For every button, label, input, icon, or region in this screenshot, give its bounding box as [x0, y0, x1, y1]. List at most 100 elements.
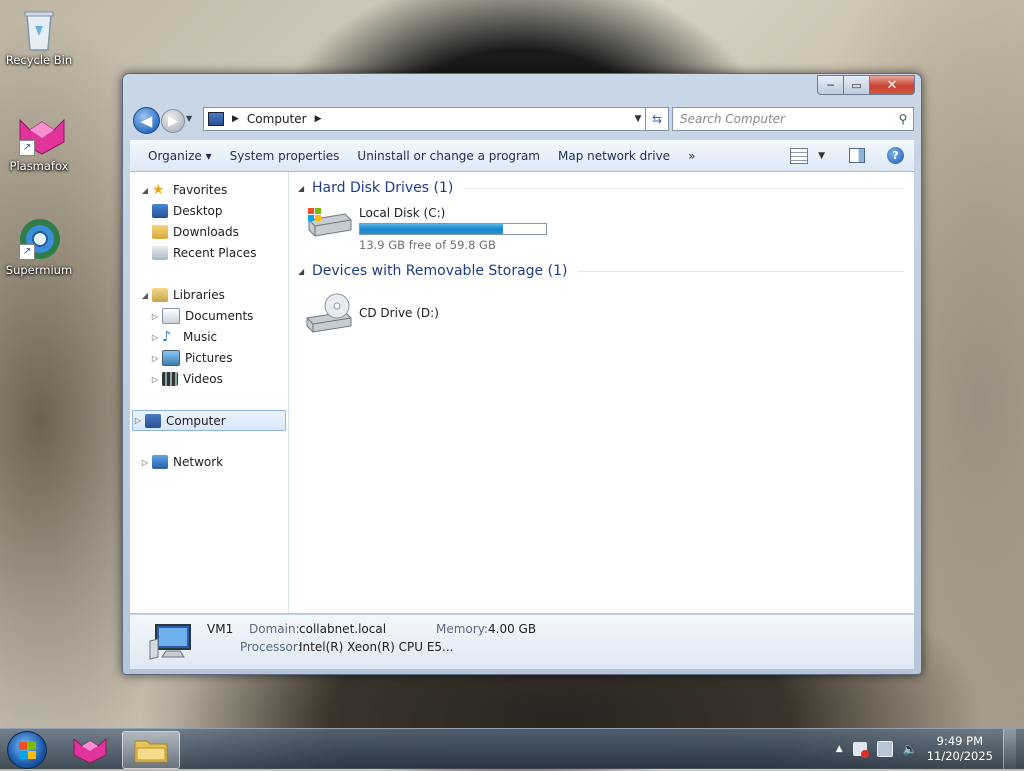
- taskbar-windows-explorer[interactable]: [122, 731, 180, 769]
- volume-muted-icon[interactable]: 🔈: [903, 742, 918, 756]
- drive-item-local-disk-c[interactable]: Local Disk (C:) 13.9 GB free of 59.8 GB: [305, 206, 547, 252]
- back-button[interactable]: ◀: [133, 107, 160, 134]
- desktop-icon-label: Recycle Bin: [5, 53, 73, 67]
- group-header-hard-disk-drives[interactable]: ◢ Hard Disk Drives (1): [298, 180, 904, 196]
- address-bar[interactable]: ▶ Computer ▶ ▼ ⇆: [203, 107, 669, 131]
- map-network-drive-button[interactable]: Map network drive: [549, 149, 679, 163]
- computer-monitor-icon: [148, 623, 192, 660]
- group-divider: [577, 270, 904, 272]
- view-dropdown-icon[interactable]: ▼: [818, 151, 825, 161]
- show-desktop-button[interactable]: [1003, 729, 1016, 769]
- nav-label: Libraries: [173, 288, 225, 302]
- forward-button[interactable]: ▶: [161, 109, 185, 133]
- recent-pages-dropdown[interactable]: ▼: [186, 114, 192, 123]
- uninstall-program-button[interactable]: Uninstall or change a program: [348, 149, 549, 163]
- documents-icon: [162, 308, 180, 324]
- close-button[interactable]: ✕: [870, 75, 915, 95]
- search-box[interactable]: Search Computer ⚲: [672, 107, 914, 131]
- nav-desktop[interactable]: Desktop: [150, 201, 223, 221]
- nav-libraries[interactable]: ◢ Libraries: [140, 285, 225, 305]
- windows-logo-part: [19, 751, 27, 759]
- collapsed-arrow-icon[interactable]: ▷: [150, 375, 160, 384]
- system-properties-button[interactable]: System properties: [221, 149, 349, 163]
- nav-favorites[interactable]: ◢ ★ Favorites: [140, 180, 227, 200]
- help-icon[interactable]: ?: [887, 147, 904, 164]
- drive-name: Local Disk (C:): [359, 206, 446, 220]
- search-input[interactable]: Search Computer: [673, 112, 893, 126]
- arrow-right-icon: ▶: [168, 113, 178, 129]
- start-button[interactable]: [7, 731, 47, 769]
- desktop-icon-supermium[interactable]: ↗ Supermium: [4, 216, 74, 277]
- nav-label: Pictures: [185, 351, 233, 365]
- refresh-button[interactable]: ⇆: [645, 108, 668, 130]
- address-dropdown-icon[interactable]: ▼: [631, 114, 645, 124]
- star-icon: ★: [152, 182, 165, 198]
- chevron-right-icon[interactable]: ▶: [315, 114, 322, 124]
- taskbar: ▲ 🔈 9:49 PM 11/20/2025: [0, 728, 1024, 769]
- memory-label: Memory:: [436, 622, 488, 636]
- nav-label: Recent Places: [173, 246, 257, 260]
- desktop-icon-recycle-bin[interactable]: Recycle Bin: [4, 6, 74, 67]
- nav-recent-places[interactable]: Recent Places: [150, 243, 256, 263]
- collapsed-arrow-icon[interactable]: ▷: [150, 312, 160, 321]
- collapse-group-icon[interactable]: ◢: [298, 184, 312, 193]
- cd-drive-icon: [305, 292, 353, 336]
- group-header-removable-storage[interactable]: ◢ Devices with Removable Storage (1): [298, 263, 904, 279]
- downloads-folder-icon: [152, 225, 168, 239]
- nav-label: Favorites: [173, 183, 228, 197]
- desktop-icon-plasmafox[interactable]: ↗ Plasmafox: [4, 112, 74, 173]
- system-tray: ▲ 🔈 9:49 PM 11/20/2025: [836, 729, 1016, 769]
- command-bar: Organize ▾ System properties Uninstall o…: [130, 140, 914, 172]
- change-view-icon[interactable]: [790, 147, 809, 164]
- computer-icon: [208, 112, 224, 126]
- nav-computer[interactable]: ▷ Computer: [132, 410, 286, 431]
- chevron-right-icon[interactable]: ▶: [232, 114, 239, 124]
- nav-downloads[interactable]: Downloads: [150, 222, 239, 242]
- drive-item-cd-drive-d[interactable]: CD Drive (D:): [305, 292, 439, 336]
- nav-videos[interactable]: ▷ Videos: [150, 369, 223, 389]
- nav-documents[interactable]: ▷ Documents: [150, 306, 253, 326]
- collapsed-arrow-icon[interactable]: ▷: [133, 416, 143, 425]
- nav-network[interactable]: ▷ Network: [140, 452, 223, 472]
- disk-usage-bar: [359, 223, 547, 235]
- windows-logo-part: [28, 742, 36, 750]
- organize-menu[interactable]: Organize ▾: [130, 149, 221, 163]
- libraries-icon: [152, 288, 168, 302]
- action-center-icon[interactable]: [852, 742, 869, 758]
- nav-label: Computer: [166, 413, 226, 428]
- expanded-arrow-icon[interactable]: ◢: [140, 186, 150, 195]
- minimize-button[interactable]: ─: [817, 75, 844, 95]
- network-status-icon[interactable]: [876, 741, 893, 757]
- refresh-icon: ⇆: [651, 112, 663, 126]
- group-label: Hard Disk Drives (1): [312, 180, 454, 196]
- navigation-bar: ◀ ▶ ▼ ▶ Computer ▶ ▼ ⇆ Search Computer ⚲: [131, 106, 915, 134]
- more-commands-button[interactable]: »: [679, 149, 704, 163]
- expanded-arrow-icon[interactable]: ◢: [140, 291, 150, 300]
- nav-label: Documents: [185, 309, 254, 323]
- details-pane: VM1 Domain: collabnet.local Memory: 4.00…: [130, 614, 914, 669]
- drive-free-space: 13.9 GB free of 59.8 GB: [359, 238, 496, 252]
- computer-name: VM1: [207, 622, 234, 636]
- plasmafox-icon: ↗: [17, 112, 65, 156]
- clock[interactable]: 9:49 PM 11/20/2025: [927, 734, 993, 764]
- shortcut-arrow-icon: ↗: [19, 140, 35, 156]
- desktop-icon: [152, 204, 168, 218]
- collapsed-arrow-icon[interactable]: ▷: [140, 458, 150, 467]
- search-icon[interactable]: ⚲: [893, 112, 913, 126]
- maximize-button[interactable]: ▭: [844, 75, 870, 95]
- nav-pictures[interactable]: ▷ Pictures: [150, 348, 233, 368]
- music-icon: ♪: [162, 329, 171, 345]
- plasmafox-icon: [73, 737, 107, 764]
- domain-value: collabnet.local: [299, 622, 387, 636]
- collapsed-arrow-icon[interactable]: ▷: [150, 354, 160, 363]
- group-label: Devices with Removable Storage (1): [312, 263, 568, 279]
- caption-buttons: ─ ▭ ✕: [817, 75, 915, 95]
- nav-music[interactable]: ▷ ♪ Music: [150, 327, 217, 347]
- breadcrumb-computer[interactable]: Computer: [247, 112, 307, 126]
- nav-label: Desktop: [173, 204, 223, 218]
- taskbar-plasmafox[interactable]: [62, 731, 118, 767]
- show-hidden-icons-button[interactable]: ▲: [836, 744, 843, 754]
- collapse-group-icon[interactable]: ◢: [298, 267, 312, 276]
- collapsed-arrow-icon[interactable]: ▷: [150, 333, 160, 342]
- preview-pane-icon[interactable]: [849, 148, 865, 163]
